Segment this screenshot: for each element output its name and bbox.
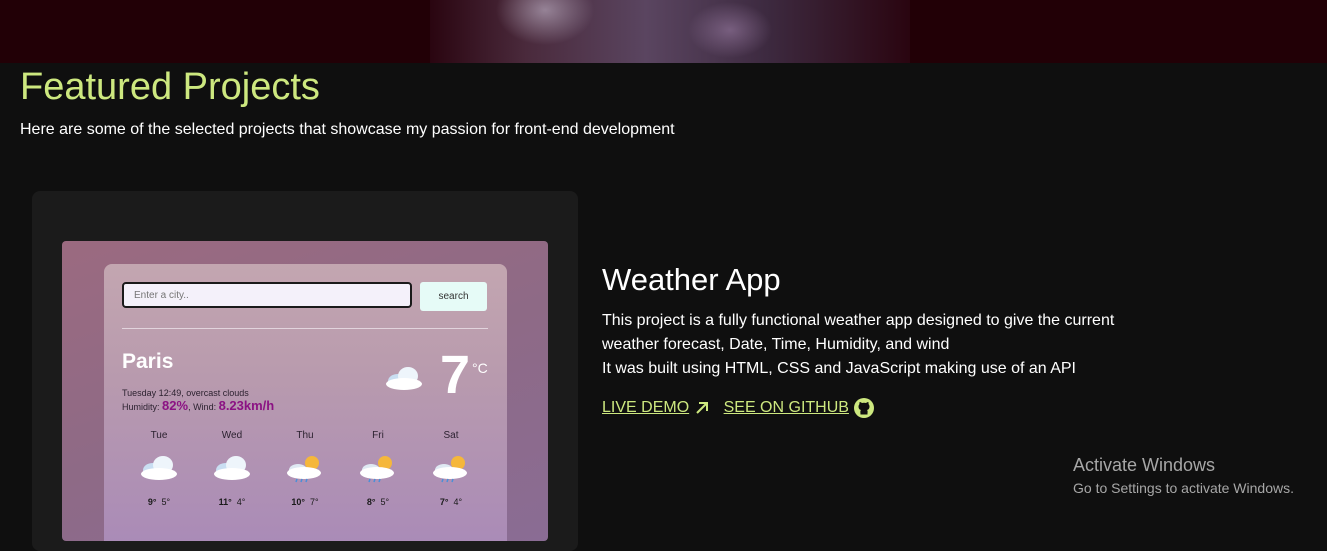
humidity-value: 82% (162, 398, 189, 413)
city-name: Paris (122, 350, 174, 373)
forecast-temps: 11° 4° (202, 497, 262, 507)
cloud-icon (386, 367, 422, 390)
forecast-day-label: Fri (372, 430, 384, 441)
activate-windows-watermark: Activate Windows Go to Settings to activ… (1073, 455, 1294, 496)
github-label: SEE ON GITHUB (723, 399, 849, 416)
forecast-min: 4° (236, 497, 246, 507)
description-line: weather forecast, Date, Time, Humidity, … (602, 336, 950, 353)
sun-rain-icon (287, 456, 321, 483)
sun-rain-icon (360, 456, 394, 483)
live-demo-label: LIVE DEMO (602, 399, 690, 416)
description-line: This project is a fully functional weath… (602, 312, 1115, 329)
forecast-max: 8° (366, 497, 376, 507)
forecast-day: Fri 8° 5° (348, 430, 408, 507)
cloud-icon (214, 456, 250, 480)
city-search-input[interactable] (122, 282, 412, 308)
project-screenshot: search Paris Tuesday 12:49, overcast clo… (62, 241, 548, 541)
divider (122, 328, 488, 329)
wind-value: 8.23km/h (218, 398, 275, 413)
sun-rain-icon (433, 456, 467, 483)
forecast-day-label: Tue (150, 430, 168, 441)
forecast-min: 7° (310, 497, 319, 507)
forecast-day: Wed 11° 4° (202, 430, 262, 507)
forecast-day-label: Sat (443, 430, 459, 441)
github-link[interactable]: SEE ON GITHUB (724, 397, 875, 419)
forecast-max: 7° (439, 497, 449, 507)
watermark-subtitle: Go to Settings to activate Windows. (1073, 480, 1294, 496)
temperature-unit: °C (472, 360, 488, 376)
github-icon (853, 398, 874, 418)
forecast-temps: 9° 5° (129, 497, 189, 507)
project-title: Weather App (602, 262, 781, 297)
forecast-temps: 8° 5° (348, 497, 408, 507)
forecast-min: 4° (453, 497, 463, 507)
forecast-temps: 10° 7° (275, 497, 335, 507)
cloud-icon (141, 456, 177, 480)
temperature-value: 7 (440, 345, 471, 405)
forecast-max: 9° (147, 497, 157, 507)
forecast-day: Thu 10° 7° (275, 430, 335, 507)
humidity-wind: Humidity: 82%, Wind: 8.23km/h (122, 398, 274, 413)
live-demo-link[interactable]: LIVE DEMO (602, 399, 711, 417)
weather-card: search Paris Tuesday 12:49, overcast clo… (104, 264, 507, 541)
forecast-min: 5° (161, 497, 171, 507)
arrow-up-right-icon (696, 402, 709, 414)
forecast-day: Sat 7° 4° (421, 430, 481, 507)
project-description: This project is a fully functional weath… (602, 309, 1142, 381)
forecast-min: 5° (380, 497, 390, 507)
hero-photo (430, 0, 910, 63)
wind-label: , Wind: (188, 402, 217, 412)
search-button[interactable]: search (420, 282, 487, 311)
section-title: Featured Projects (20, 66, 320, 108)
forecast-temps: 7° 4° (421, 497, 481, 507)
forecast-day-label: Thu (296, 430, 314, 441)
watermark-title: Activate Windows (1073, 455, 1216, 475)
forecast-day-label: Wed (221, 430, 243, 441)
forecast-max: 10° (291, 497, 305, 507)
hero-banner (0, 0, 1327, 63)
humidity-label: Humidity: (122, 402, 160, 412)
forecast-max: 11° (218, 497, 232, 507)
date-description: Tuesday 12:49, overcast clouds (122, 388, 249, 398)
description-line: It was built using HTML, CSS and JavaScr… (602, 360, 1076, 377)
forecast-day: Tue 9° 5° (129, 430, 189, 507)
project-links: LIVE DEMO SEE ON GITHUB (602, 397, 875, 419)
section-subtitle: Here are some of the selected projects t… (20, 121, 675, 138)
